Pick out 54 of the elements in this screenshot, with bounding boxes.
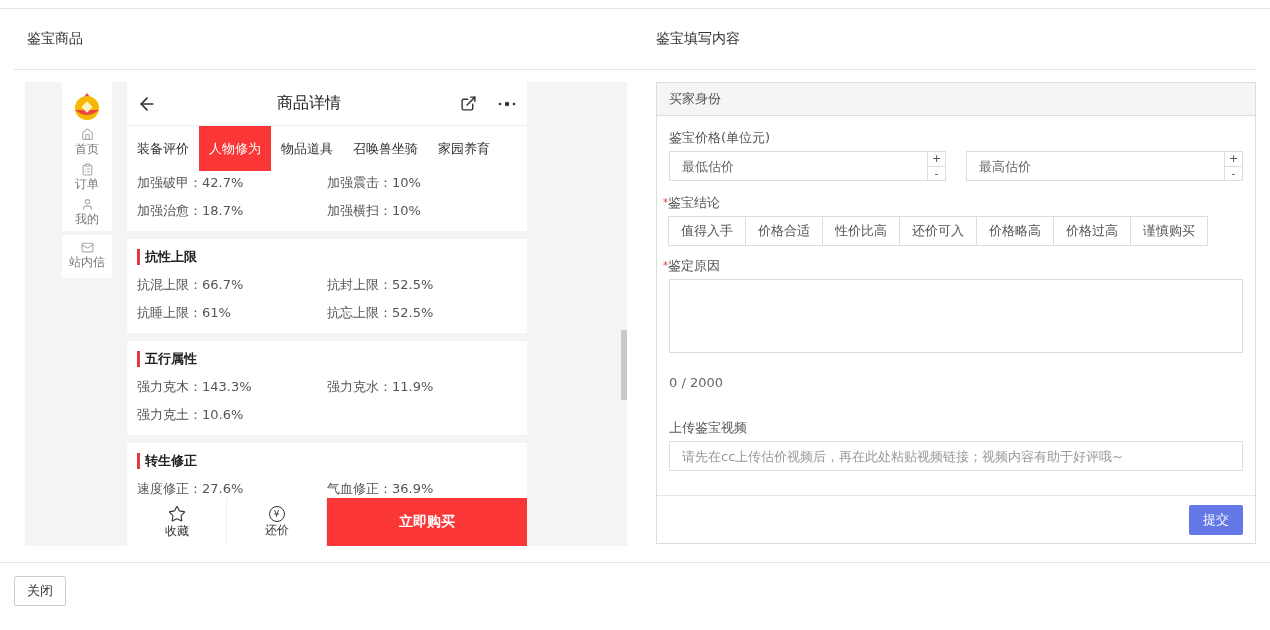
field-label: 鉴宝价格(单位元): [669, 129, 772, 147]
stat-text: 加强破甲：42.7%: [137, 174, 245, 192]
sidebar-item[interactable]: 我的: [75, 198, 99, 227]
field-label: 鉴定原因: [668, 257, 720, 275]
section-heading: 转生修正: [137, 453, 517, 469]
number-field[interactable]: 最高估价 + -: [966, 151, 1243, 181]
stat-text: 抗封上限：52.5%: [327, 276, 435, 294]
video-link-field[interactable]: 请先在cc上传估价视频后，再在此处粘贴视频链接；视频内容有助于好评哦~: [669, 441, 1243, 471]
option-button[interactable]: 还价可入: [899, 216, 977, 246]
buy-button[interactable]: 立即购买: [327, 498, 527, 546]
field-label: 上传鉴宝视频: [669, 419, 748, 437]
stat-text: 强力克土：10.6%: [137, 406, 245, 424]
section-title: 鉴宝商品: [14, 9, 640, 70]
share-icon[interactable]: [460, 95, 477, 112]
option-button[interactable]: 性价比高: [822, 216, 900, 246]
stat-text: 抗睡上限：61%: [137, 304, 232, 322]
section-heading: 五行属性: [137, 351, 517, 367]
option-button[interactable]: 价格过高: [1053, 216, 1131, 246]
panel-title: 买家身份: [657, 83, 1255, 116]
home-icon: [80, 128, 94, 141]
required-mark: *: [663, 260, 668, 271]
stat-text: 抗忘上限：52.5%: [327, 304, 435, 322]
mail-icon: [80, 241, 94, 254]
stat-text: 强力克木：143.3%: [137, 378, 253, 396]
reason-field[interactable]: [669, 279, 1243, 353]
required-mark: *: [663, 197, 668, 208]
field-label: 鉴宝结论: [668, 194, 720, 212]
stat-text: 强力克水：11.9%: [327, 378, 435, 396]
more-icon[interactable]: [497, 100, 517, 107]
section-heading: 抗性上限: [137, 249, 517, 265]
stat-text: 抗混上限：66.7%: [137, 276, 245, 294]
stat-text: 加强横扫：10%: [327, 202, 422, 220]
page-title: 商品详情: [275, 93, 342, 114]
close-button[interactable]: 关闭: [14, 576, 66, 606]
tab[interactable]: 人物修为: [199, 126, 271, 171]
stat-text: 速度修正：27.6%: [137, 480, 245, 498]
section-title: 鉴宝填写内容: [640, 9, 1256, 70]
sidebar-item[interactable]: 首页: [75, 128, 99, 157]
favorite-button[interactable]: 收藏: [127, 498, 227, 546]
submit-button[interactable]: 提交: [1189, 504, 1243, 535]
option-button[interactable]: 价格合适: [745, 216, 823, 246]
number-field[interactable]: 最低估价 + -: [669, 151, 946, 181]
option-button[interactable]: 谨慎购买: [1130, 216, 1208, 246]
stat-text: 加强震击：10%: [327, 174, 422, 192]
star-icon: [167, 504, 186, 523]
person-icon: [80, 198, 94, 211]
option-button[interactable]: 价格略高: [976, 216, 1054, 246]
character-counter: 0 / 2000: [669, 374, 724, 392]
stat-text: 气血修正：36.9%: [327, 480, 435, 498]
clipboard-icon: [80, 163, 94, 176]
sidebar-item[interactable]: 订单: [75, 163, 99, 192]
option-button[interactable]: 值得入手: [668, 216, 746, 246]
stat-text: 加强治愈：18.7%: [137, 202, 245, 220]
scrollbar[interactable]: [621, 330, 627, 400]
